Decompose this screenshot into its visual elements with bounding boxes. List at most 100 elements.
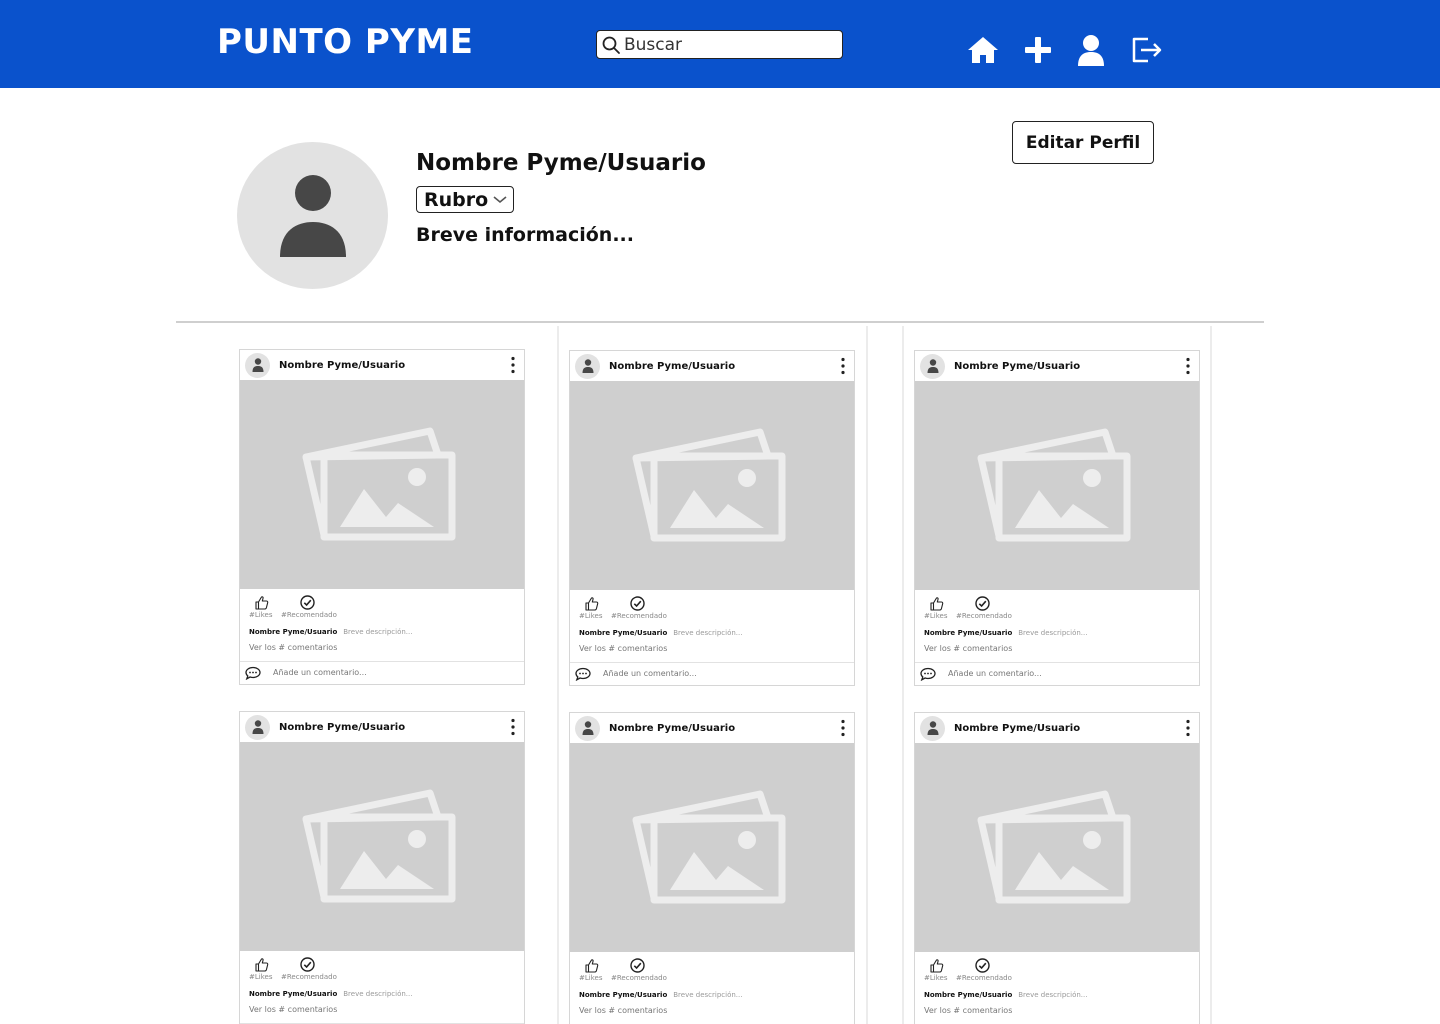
post-username[interactable]: Nombre Pyme/Usuario [954,361,1080,372]
brand-logo[interactable]: PUNTO PYME [217,22,474,62]
post-avatar[interactable] [575,353,600,379]
more-options-icon[interactable] [1183,717,1193,739]
post-card: Nombre Pyme/Usuario #Likes #Recomendado … [239,711,525,1024]
image-placeholder-icon [977,790,1131,903]
view-comments-link[interactable]: Ver los # comentarios [579,644,667,653]
post-card: Nombre Pyme/Usuario #Likes #Recomendado … [914,350,1200,686]
view-comments-link[interactable]: Ver los # comentarios [249,643,337,652]
view-comments-link[interactable]: Ver los # comentarios [249,1005,337,1014]
likes-count-label: #Likes [924,974,948,982]
likes-count-label: #Likes [579,974,603,982]
column-divider [557,326,559,1024]
image-placeholder-icon [302,789,456,902]
comment-input[interactable] [948,669,1178,678]
description-username[interactable]: Nombre Pyme/Usuario [249,628,337,636]
user-icon[interactable] [1073,32,1109,68]
comment-input[interactable] [603,669,833,678]
check-circle-icon [630,958,645,973]
comment-bubble-icon [575,667,591,681]
post-image-placeholder[interactable] [240,380,524,589]
post-username[interactable]: Nombre Pyme/Usuario [279,722,405,733]
description-username[interactable]: Nombre Pyme/Usuario [249,990,337,998]
description-username[interactable]: Nombre Pyme/Usuario [579,629,667,637]
post-username[interactable]: Nombre Pyme/Usuario [279,360,405,371]
post-image-placeholder[interactable] [915,381,1199,590]
check-circle-icon [975,958,990,973]
post-username[interactable]: Nombre Pyme/Usuario [609,361,735,372]
add-post-icon[interactable] [1020,32,1056,68]
more-options-icon[interactable] [838,355,848,377]
post-card: Nombre Pyme/Usuario #Likes #Recomendado … [914,712,1200,1024]
post-header: Nombre Pyme/Usuario [240,350,524,380]
search-box[interactable] [596,30,843,59]
post-avatar[interactable] [920,353,945,379]
image-placeholder-icon [302,427,456,540]
post-description: Nombre Pyme/Usuario Breve descripción... [579,991,742,999]
comment-bubble-icon [920,667,936,681]
edit-profile-button[interactable]: Editar Perfil [1012,121,1154,164]
post-image-placeholder[interactable] [240,742,524,951]
logout-icon[interactable] [1129,32,1165,68]
description-text: Breve descripción... [673,629,743,637]
post-image-placeholder[interactable] [570,743,854,952]
view-comments-link[interactable]: Ver los # comentarios [579,1006,667,1015]
rubro-dropdown[interactable]: Rubro [416,186,514,213]
more-options-icon[interactable] [508,716,518,738]
search-icon [602,36,620,54]
post-description: Nombre Pyme/Usuario Breve descripción... [924,991,1087,999]
post-avatar[interactable] [245,714,270,740]
thumbs-up-icon [930,597,944,611]
post-header: Nombre Pyme/Usuario [570,713,854,743]
post-avatar[interactable] [245,352,270,378]
check-circle-icon [300,957,315,972]
check-circle-icon [975,596,990,611]
more-options-icon[interactable] [1183,355,1193,377]
post-username[interactable]: Nombre Pyme/Usuario [954,723,1080,734]
column-divider [1210,326,1212,1024]
post-description: Nombre Pyme/Usuario Breve descripción... [249,990,412,998]
post-username[interactable]: Nombre Pyme/Usuario [609,723,735,734]
home-icon[interactable] [965,32,1001,68]
post-card: Nombre Pyme/Usuario #Likes #Recomendado … [239,349,525,685]
post-description: Nombre Pyme/Usuario Breve descripción... [579,629,742,637]
column-divider [866,326,868,1024]
view-comments-link[interactable]: Ver los # comentarios [924,1006,1012,1015]
view-comments-link[interactable]: Ver los # comentarios [924,644,1012,653]
chevron-down-icon [493,195,507,203]
thumbs-up-icon [930,959,944,973]
likes-count-label: #Likes [249,973,273,981]
section-divider [176,321,1264,323]
post-image-placeholder[interactable] [570,381,854,590]
likes-count-label: #Likes [579,612,603,620]
post-image-placeholder[interactable] [915,743,1199,952]
recommended-label: #Recomendado [281,973,337,981]
more-options-icon[interactable] [508,354,518,376]
search-input[interactable] [624,34,834,55]
user-silhouette-icon [252,358,263,372]
thumbs-up-icon [255,596,269,610]
comment-input[interactable] [273,668,503,677]
post-header: Nombre Pyme/Usuario [915,713,1199,743]
profile-bio: Breve información... [416,224,634,246]
check-circle-icon [630,596,645,611]
description-username[interactable]: Nombre Pyme/Usuario [924,991,1012,999]
profile-avatar[interactable] [237,142,388,289]
check-circle-icon [300,595,315,610]
post-avatar[interactable] [575,715,600,741]
more-options-icon[interactable] [838,717,848,739]
description-text: Breve descripción... [343,628,413,636]
top-navbar: PUNTO PYME [0,0,1440,88]
rubro-label: Rubro [424,188,489,211]
comment-bar [915,662,1199,684]
description-username[interactable]: Nombre Pyme/Usuario [579,991,667,999]
post-description: Nombre Pyme/Usuario Breve descripción... [924,629,1087,637]
description-text: Breve descripción... [343,990,413,998]
user-silhouette-icon [582,721,593,735]
likes-count-label: #Likes [249,611,273,619]
post-header: Nombre Pyme/Usuario [570,351,854,381]
description-username[interactable]: Nombre Pyme/Usuario [924,629,1012,637]
description-text: Breve descripción... [1018,991,1088,999]
profile-name: Nombre Pyme/Usuario [416,150,706,176]
recommended-label: #Recomendado [281,611,337,619]
post-avatar[interactable] [920,715,945,741]
